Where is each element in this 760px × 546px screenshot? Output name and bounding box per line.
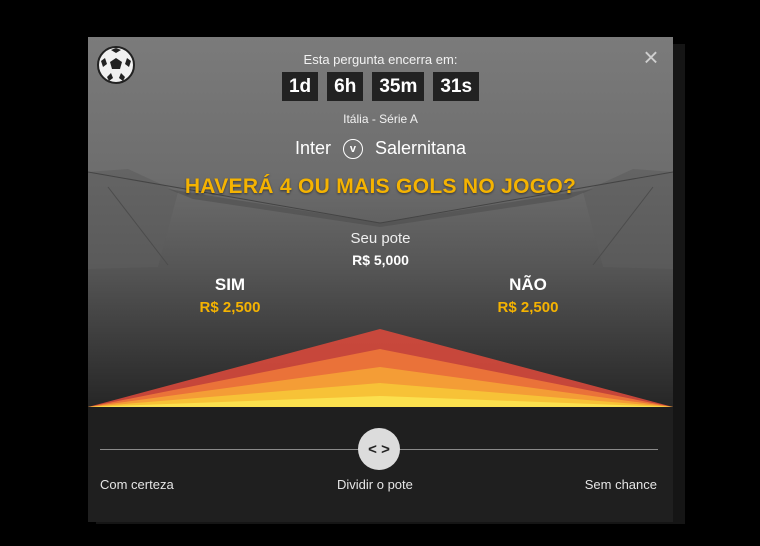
side-no-label: NÃO [509, 275, 547, 294]
countdown-label: Esta pergunta encerra em: [303, 52, 458, 67]
countdown-timer: 1d 6h 35m 31s [88, 72, 673, 101]
prediction-modal: × Esta pergunta encerra em: 1d 6h 35m 31… [88, 37, 673, 522]
slider-handle[interactable]: < > [358, 428, 400, 470]
option-dividir-o-pote[interactable]: Dividir o pote [337, 477, 413, 492]
option-sem-chance[interactable]: Sem chance [585, 477, 657, 492]
side-no: NÃO R$ 2,500 [468, 275, 588, 316]
countdown-hours: 6h [327, 72, 364, 101]
home-team: Inter [294, 138, 331, 158]
side-no-amount: R$ 2,500 [497, 299, 559, 316]
countdown-minutes: 35m [372, 72, 425, 101]
question-panel: × Esta pergunta encerra em: 1d 6h 35m 31… [88, 37, 673, 407]
away-team: Salernitana [374, 138, 467, 158]
countdown-days: 1d [281, 72, 319, 101]
side-yes: SIM R$ 2,500 [170, 275, 290, 316]
vs-icon: v [342, 138, 363, 159]
side-yes-amount: R$ 2,500 [199, 299, 261, 316]
stake-pyramid [88, 329, 673, 407]
pot-label: Seu pote [350, 230, 411, 247]
league-name: Itália - Série A [343, 112, 418, 126]
question-text: HAVERÁ 4 OU MAIS GOLS NO JOGO? [184, 175, 577, 198]
side-yes-label: SIM [214, 275, 246, 294]
countdown-seconds: 31s [433, 72, 480, 101]
match-teams: Inter v Salernitana [88, 138, 673, 159]
option-com-certeza[interactable]: Com certeza [100, 477, 174, 492]
pot-value: R$ 5,000 [352, 252, 409, 268]
